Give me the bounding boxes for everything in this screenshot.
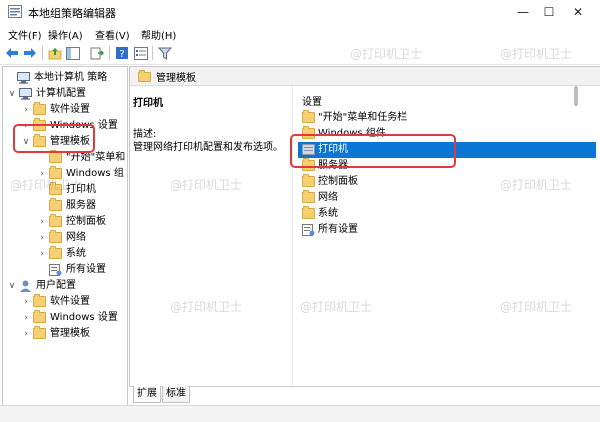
all-settings-icon [302, 224, 315, 236]
folder-icon [49, 246, 62, 259]
collapsed-chevron-icon[interactable]: › [37, 214, 47, 230]
tree-item[interactable]: 本地计算机 策略 [3, 70, 127, 86]
settings-list-label: 控制面板 [318, 176, 358, 187]
scrollbar-thumb[interactable] [574, 86, 578, 106]
user-icon [19, 280, 32, 292]
menu-help[interactable]: 帮助(H) [141, 27, 176, 42]
expand-chevron-icon[interactable]: ∨ [7, 86, 17, 102]
tree-item[interactable]: › 软件设置 [3, 102, 127, 118]
folder-icon [49, 150, 62, 163]
tree-item[interactable]: › 系统 [3, 246, 127, 262]
settings-list-label: 网络 [318, 192, 338, 203]
tab-standard[interactable]: 标准 [162, 386, 190, 403]
collapsed-chevron-icon[interactable]: › [21, 310, 31, 326]
window-title: 本地组策略编辑器 [28, 7, 116, 20]
forward-arrow-icon[interactable] [22, 45, 38, 61]
properties-icon[interactable] [133, 45, 149, 61]
watermark: @打印机卫士 [170, 300, 243, 314]
tab-extended[interactable]: 扩展 [133, 386, 161, 403]
tree-item[interactable]: › 软件设置 [3, 294, 127, 310]
tree-item-label: 所有设置 [66, 264, 106, 275]
folder-icon [302, 206, 315, 219]
tree-item-label: 软件设置 [50, 296, 90, 307]
folder-icon [302, 110, 315, 123]
folder-icon [33, 326, 46, 339]
highlight-box-admin-templates [13, 124, 95, 153]
export-list-icon[interactable] [89, 45, 105, 61]
policy-editor-icon [8, 5, 22, 18]
tree-item-label: 网络 [66, 232, 86, 243]
tree-item[interactable]: ∨ 计算机配置 [3, 86, 127, 102]
tree-item[interactable]: 所有设置 [3, 262, 127, 278]
collapsed-chevron-icon[interactable]: › [21, 102, 31, 118]
folder-icon [33, 294, 46, 307]
tree-item-label: 计算机配置 [36, 88, 86, 99]
collapsed-chevron-icon[interactable]: › [37, 246, 47, 262]
close-button[interactable]: ✕ [569, 3, 587, 21]
menu-bar: 文件(F) 操作(A) 查看(V) 帮助(H) [0, 24, 600, 42]
watermark: @打印机卫士 [500, 47, 573, 61]
expand-chevron-icon[interactable]: ∨ [7, 278, 17, 294]
tree-item[interactable]: 服务器 [3, 198, 127, 214]
tree-item[interactable]: › 控制面板 [3, 214, 127, 230]
minimize-button[interactable]: — [514, 3, 532, 21]
help-icon[interactable]: ? [114, 45, 130, 61]
tree-item-label: 软件设置 [50, 104, 90, 115]
all-settings-icon [49, 264, 62, 276]
settings-list: "开始"菜单和任务栏 Windows 组件 打印机 服务器 控制面板 网络 系统 所有设置 [130, 67, 600, 386]
svg-text:?: ? [119, 49, 124, 60]
watermark: @打印机卫士 [350, 47, 423, 61]
highlight-box-printer [290, 134, 456, 168]
show-hide-tree-icon[interactable] [65, 45, 81, 61]
watermark: @打印机卫士 [300, 300, 373, 314]
menu-file[interactable]: 文件(F) [8, 27, 42, 42]
folder-icon [33, 102, 46, 115]
collapsed-chevron-icon[interactable]: › [21, 294, 31, 310]
view-tabs: 扩展 标准 [129, 386, 599, 404]
maximize-button[interactable]: ☐ [540, 3, 558, 21]
tree-item[interactable]: › Windows 设置 [3, 310, 127, 326]
folder-icon [49, 198, 62, 211]
status-bar [0, 405, 600, 422]
up-folder-icon[interactable] [47, 45, 63, 61]
menu-action[interactable]: 操作(A) [48, 27, 83, 42]
watermark: @打印机卫士 [10, 178, 83, 192]
tree-item[interactable]: › 网络 [3, 230, 127, 246]
title-bar: 本地组策略编辑器 — ☐ ✕ [0, 0, 600, 24]
tree-item-label: 本地计算机 策略 [34, 72, 108, 83]
folder-icon [49, 230, 62, 243]
settings-list-label: 所有设置 [318, 224, 358, 235]
tree-item-label: Windows 设置 [50, 312, 118, 323]
tree-item-label: 服务器 [66, 200, 96, 211]
details-pane: 管理模板 打印机 描述: 管理网络打印机配置和发布选项。 设置 "开始"菜单和任… [129, 66, 600, 387]
settings-list-label: 系统 [318, 208, 338, 219]
folder-icon [33, 310, 46, 323]
tree-item[interactable]: › 管理模板 [3, 326, 127, 342]
tree-item-label: 管理模板 [50, 328, 90, 339]
menu-view[interactable]: 查看(V) [95, 27, 130, 42]
back-arrow-icon[interactable] [4, 45, 20, 61]
collapsed-chevron-icon[interactable]: › [37, 230, 47, 246]
watermark: @打印机卫士 [500, 178, 573, 192]
computer-icon [19, 88, 32, 100]
navigation-tree: 本地计算机 策略 ∨ 计算机配置 › 软件设置 › Windows 设置 ∨ 管理模板 "开始"菜… [2, 66, 128, 411]
tree-item[interactable]: ∨ 用户配置 [3, 278, 127, 294]
tree-item-label: 系统 [66, 248, 86, 259]
watermark: @打印机卫士 [500, 300, 573, 314]
tree-item-label: 用户配置 [36, 280, 76, 291]
folder-icon [302, 190, 315, 203]
collapsed-chevron-icon[interactable]: › [21, 326, 31, 342]
folder-icon [302, 174, 315, 187]
computer-policy-icon [17, 72, 30, 84]
tree-item-label: 控制面板 [66, 216, 106, 227]
watermark: @打印机卫士 [170, 178, 243, 192]
folder-icon [49, 214, 62, 227]
filter-icon[interactable] [157, 45, 173, 61]
settings-list-label: "开始"菜单和任务栏 [318, 112, 408, 123]
